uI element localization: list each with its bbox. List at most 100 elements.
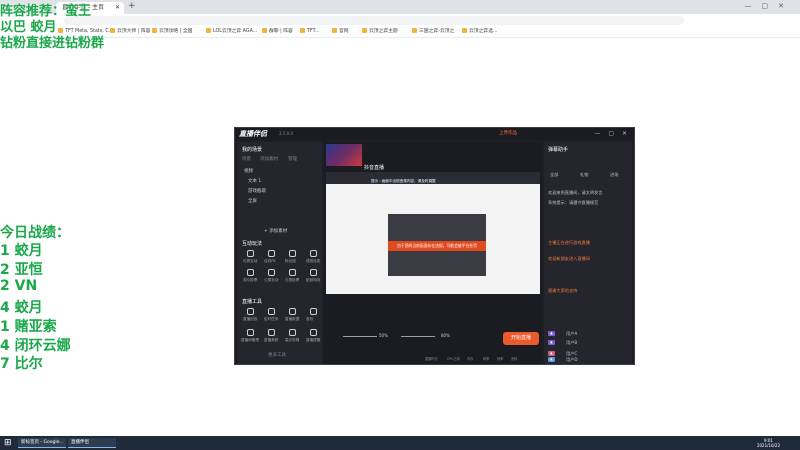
bookmark-item[interactable]: 三国之弈-云顶之 [412,27,454,36]
chat-interact-icon[interactable] [268,269,275,276]
bookmark-item[interactable]: LOL云顶之弈 AGA... [206,27,257,36]
source-item[interactable]: 游戏截取 [248,188,266,194]
tab-add-source[interactable]: 添加素材 [260,156,278,162]
bookmark-item[interactable]: 云顶攻略 | 全国 [152,27,192,36]
tool-label: 音效 [306,317,314,321]
gift-interact-icon[interactable] [247,250,254,257]
app-logo: 直播伴侣 [239,130,267,138]
user-badge: ▲ [548,357,555,362]
tab-scene[interactable]: 场景 [242,156,251,162]
bookmark-item[interactable]: 官网 [332,27,349,36]
chat-user[interactable]: 用户D [566,357,578,363]
close-tab-icon[interactable]: ✕ [115,2,120,14]
gift-vote-icon[interactable] [289,269,296,276]
tool-label: 语音连麦 [306,259,321,263]
bookmark-item[interactable]: 群聊 | 阵容 [262,27,293,36]
footer-stat: 直播时长 [425,357,438,361]
windows-start-icon[interactable]: ⊞ [4,438,12,448]
tool-label: 直播回放 [243,317,258,321]
tool-label: 粉丝团 [285,259,296,263]
tool-label: 直播间管理 [241,338,259,342]
tab-enter[interactable]: 进场 [610,172,618,178]
app-titlebar [235,128,634,140]
source-item[interactable]: 视频 [244,168,253,174]
overlay-stat-item: 4 闭环云娜 [0,338,71,354]
more-tools-button[interactable]: 更多工具 [268,352,286,358]
app-window-controls[interactable]: — ▢ ✕ [594,130,630,137]
bookmark-item[interactable]: 云顶之弈主题 [362,27,398,36]
chat-user[interactable]: 用户A [566,331,577,337]
footer-stat: 码率 [483,357,490,361]
tool-label: 礼物投票 [285,278,300,282]
bookmark-item[interactable]: 云顶之弈选... [462,27,498,36]
mic-slider[interactable] [343,336,377,337]
source-item[interactable]: 全屏 [248,198,257,204]
tool-label: 直播数据 [285,317,300,321]
pk-icon[interactable] [268,250,275,257]
scene-header: 我的场景 [242,147,263,153]
tool-label: 定时任务 [264,317,279,321]
overlay-stat-item: 7 比尔 [0,356,43,372]
overlay-stat-item: 1 蛟月 [0,243,43,259]
user-badge: ▲ [548,331,555,336]
tab-all[interactable]: 全部 [550,172,558,178]
sound-effect-icon[interactable] [310,308,317,315]
tool-label: 礼物互动 [243,259,258,263]
bookmark-item[interactable]: 云顶大师 | 阵容 [110,27,150,36]
chat-message: 感谢大家的支持 [548,288,578,293]
overlay-stat-item: 4 蛟月 [0,300,43,316]
voice-link-icon[interactable] [310,250,317,257]
taskbar-item-chrome[interactable]: 新标签页 - Google... [18,438,66,448]
overlay-line3: 钻粉直接进钻粉群 [0,36,105,51]
beauty-icon[interactable] [268,329,275,336]
upload-works-button[interactable]: 上传作品 [499,130,517,136]
chat-message: 系统提示：请遵守直播规范 [548,200,599,205]
reminder-icon[interactable] [310,329,317,336]
violation-warning-banner: 由于您的当前画面存在违规，可能会被平台处罚 [388,241,486,251]
chat-message: 欢迎新朋友进入直播间 [548,256,590,261]
chat-user[interactable]: 用户B [566,340,577,346]
mic-value: 50% [379,333,388,338]
tool-label: 公屏互动 [264,278,279,282]
tab-manage[interactable]: 管理 [288,156,297,162]
tool-label: 直播美颜 [264,338,279,342]
clock-date: 2021/10/22 [756,443,780,448]
overlay-stat-item: 2 亚恒 [0,262,43,278]
taskbar-clock: 9:01 2021/10/22 [757,438,780,448]
new-tab-button[interactable]: + [128,1,136,11]
fans-icon[interactable] [289,250,296,257]
footer-stat: 丢帧 [511,357,518,361]
data-icon[interactable] [289,308,296,315]
volume-slider[interactable] [401,336,435,337]
replay-icon[interactable] [247,308,254,315]
taskbar-item-live-companion[interactable]: 直播伴侣 [68,438,116,448]
live-tools-header: 直播工具 [242,299,263,305]
highlight-clip-icon[interactable] [289,329,296,336]
vote-icon[interactable] [247,269,254,276]
right-panel: 弹幕助手 全部 礼物 进场 欢迎来到直播间，请文明发言 系统提示：请遵守直播规范… [544,142,632,364]
tab-gifts[interactable]: 礼物 [580,172,588,178]
url-input[interactable] [64,16,684,25]
tool-label: 高光剪辑 [285,338,300,342]
bookmark-item[interactable]: TFT... [300,27,320,36]
room-manage-icon[interactable] [247,329,254,336]
streamer-cover-image [326,144,362,166]
streamer-name: 抖音直播 [364,165,385,171]
alert-bar: 提示 : 画面中出现违规内容，请及时调整 [368,178,536,184]
browser-window-controls[interactable]: —▢✕ [745,2,794,10]
add-source-button[interactable]: + 添加素材 [264,228,287,234]
sticker-icon[interactable] [310,269,317,276]
tool-label: 连线PK [264,259,276,263]
left-panel: 我的场景 场景 添加素材 管理 视频 文本 1 游戏截取 全屏 + 添加素材 互… [238,142,322,364]
footer-stat: 帧率 [497,357,504,361]
start-live-button[interactable]: 开始直播 [503,332,539,345]
volume-value: 80% [441,333,450,338]
chat-message: 主播正在进行游戏直播 [548,240,590,245]
chat-message: 欢迎来到直播间，请文明发言 [548,190,603,195]
tool-label: 贴纸特效 [306,278,321,282]
footer-stat: 内存 [467,357,474,361]
app-version: 3.5.0.0 [279,131,293,136]
timer-icon[interactable] [268,308,275,315]
source-item[interactable]: 文本 1 [248,178,261,184]
overlay-stat-item: 2 VN [0,278,38,294]
